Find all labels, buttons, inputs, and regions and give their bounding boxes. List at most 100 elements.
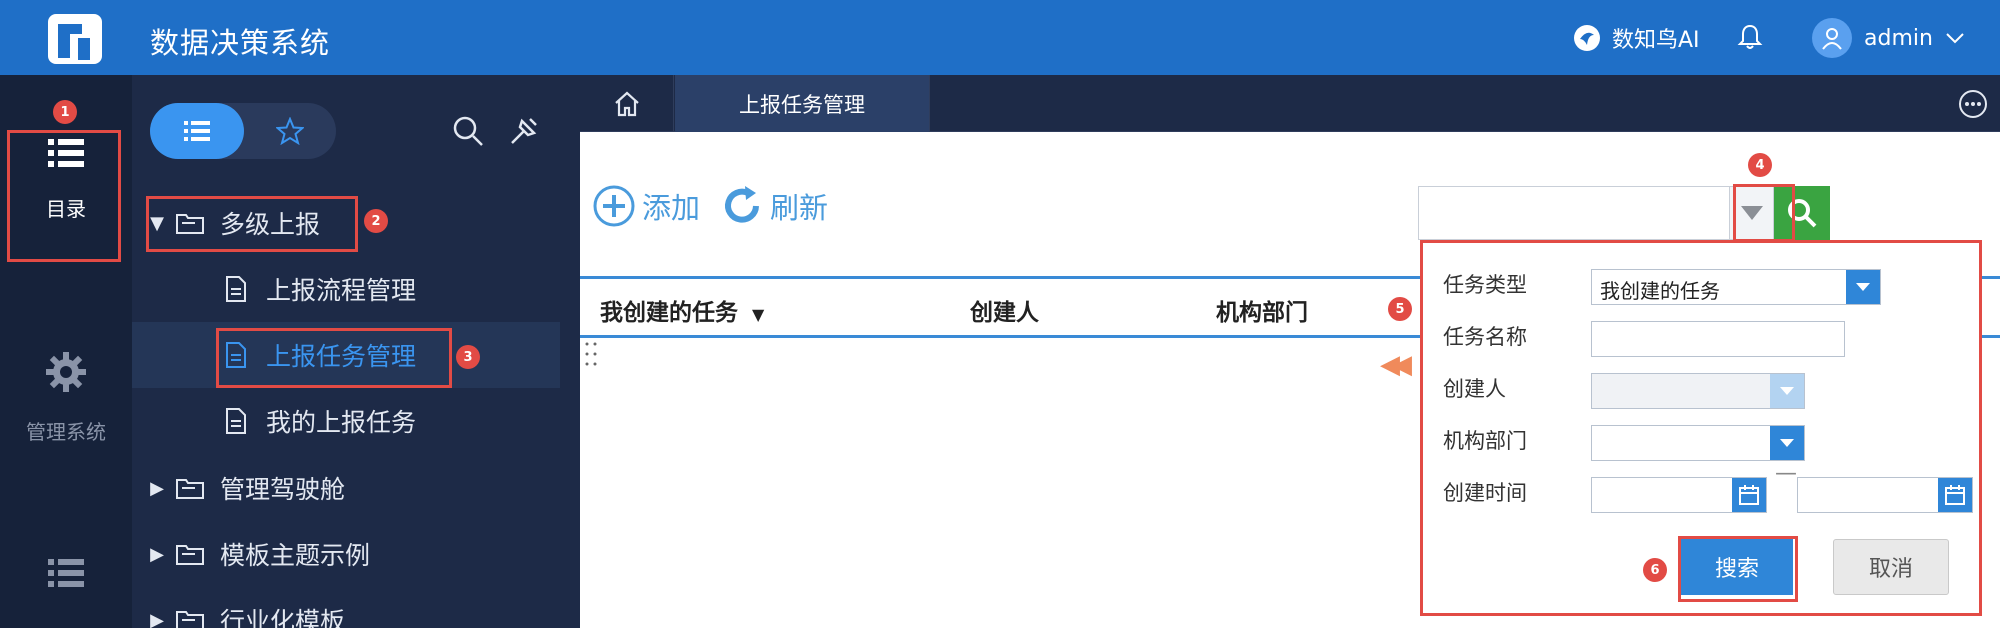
app-title: 数据决策系统 bbox=[150, 26, 331, 60]
document-icon bbox=[218, 406, 254, 436]
task-name-label: 任务名称 bbox=[1443, 325, 1527, 349]
filter-dropdown-button[interactable] bbox=[1730, 186, 1774, 240]
bird-ai-icon bbox=[1574, 25, 1600, 51]
tree-node-label: 上报任务管理 bbox=[266, 342, 417, 371]
date-start-field[interactable] bbox=[1591, 477, 1767, 513]
tab-home[interactable] bbox=[580, 75, 674, 132]
list-icon bbox=[48, 559, 84, 587]
list-icon bbox=[184, 121, 210, 141]
rail-item-catalog[interactable]: 目录 bbox=[0, 135, 132, 222]
search-input[interactable] bbox=[1418, 186, 1730, 240]
column-label: 我创建的任务 bbox=[600, 300, 738, 326]
task-name-field[interactable] bbox=[1591, 321, 1845, 357]
cancel-button[interactable]: 取消 bbox=[1833, 539, 1949, 595]
caret-right-icon[interactable]: ▶ bbox=[142, 544, 172, 565]
step-badge-4: 4 bbox=[1748, 153, 1772, 177]
folder-icon bbox=[172, 605, 208, 628]
user-name: admin bbox=[1864, 25, 1933, 51]
caret-down-icon[interactable]: ▼ bbox=[142, 213, 172, 234]
chevron-down-icon bbox=[1770, 374, 1804, 408]
creator-label: 创建人 bbox=[1443, 377, 1506, 401]
column-department: 机构部门 bbox=[1216, 300, 1308, 326]
search-icon bbox=[1788, 199, 1817, 228]
column-my-tasks[interactable]: 我创建的任务 ▼ bbox=[600, 293, 764, 327]
folder-icon bbox=[172, 208, 208, 238]
task-type-label: 任务类型 bbox=[1443, 273, 1527, 297]
tree-node-label: 管理驾驶舱 bbox=[220, 475, 346, 504]
department-select[interactable] bbox=[1591, 425, 1805, 461]
tree-node-folder[interactable]: ▶ 行业化模板 bbox=[142, 587, 345, 628]
step-badge-1: 1 bbox=[53, 100, 77, 124]
step-badge-5: 5 bbox=[1388, 297, 1412, 321]
drag-handle-icon[interactable] bbox=[584, 340, 598, 368]
refresh-button[interactable]: 刷新 bbox=[720, 184, 828, 228]
tree-node-doc[interactable]: 上报流程管理 bbox=[218, 256, 416, 322]
folder-icon bbox=[172, 473, 208, 503]
rail-item-label: 管理系统 bbox=[26, 420, 106, 444]
sort-down-icon[interactable]: ▼ bbox=[752, 305, 764, 324]
step-badge-2: 2 bbox=[364, 209, 388, 233]
caret-right-icon[interactable]: ▶ bbox=[142, 610, 172, 628]
catalog-tree-panel: ▼ 多级上报 上报流程管理 上报任务管理 我的上报任务 ▶ 管理驾驶舱 ▶ 模板… bbox=[132, 75, 580, 628]
tree-node-label: 多级上报 bbox=[220, 210, 321, 239]
document-icon bbox=[218, 340, 254, 370]
list-view-button[interactable] bbox=[150, 103, 244, 159]
rail-item-label: 目录 bbox=[46, 197, 86, 221]
add-circle-icon bbox=[593, 185, 635, 227]
task-type-value: 我创建的任务 bbox=[1600, 279, 1720, 303]
task-type-select[interactable]: 我创建的任务 bbox=[1591, 269, 1881, 305]
date-end-field[interactable] bbox=[1797, 477, 1973, 513]
add-button[interactable]: 添加 bbox=[592, 184, 700, 228]
tree-node-doc-selected[interactable]: 上报任务管理 bbox=[132, 322, 560, 388]
pointer-arrows-icon: ◀◀ bbox=[1380, 350, 1412, 380]
star-icon bbox=[276, 117, 304, 145]
chevron-down-icon[interactable] bbox=[1846, 270, 1880, 304]
left-rail: 目录 管理系统 bbox=[0, 75, 132, 628]
home-icon bbox=[614, 91, 639, 116]
ai-assistant-button[interactable]: 数知鸟AI bbox=[1572, 22, 1700, 54]
created-time-label: 创建时间 bbox=[1443, 481, 1527, 505]
tree-node-folder[interactable]: ▼ 多级上报 bbox=[142, 190, 320, 256]
favorites-view-button[interactable] bbox=[244, 103, 336, 159]
tab-bar: 上报任务管理 bbox=[580, 75, 2000, 132]
date-range-separator: — bbox=[1775, 461, 1797, 486]
tree-node-folder[interactable]: ▶ 管理驾驶舱 bbox=[142, 455, 345, 521]
tree-node-label: 上报流程管理 bbox=[266, 276, 417, 305]
document-icon bbox=[218, 274, 254, 304]
add-label: 添加 bbox=[642, 191, 701, 225]
search-go-button[interactable] bbox=[1774, 186, 1830, 240]
rail-item-admin[interactable]: 管理系统 bbox=[0, 350, 132, 445]
tree-node-doc[interactable]: 我的上报任务 bbox=[218, 388, 416, 454]
department-label: 机构部门 bbox=[1443, 429, 1527, 453]
user-menu[interactable]: admin bbox=[1812, 18, 1965, 58]
search-button[interactable]: 搜索 bbox=[1681, 539, 1793, 595]
folder-icon bbox=[172, 539, 208, 569]
refresh-label: 刷新 bbox=[770, 191, 829, 225]
gear-icon bbox=[46, 352, 86, 392]
chevron-down-icon[interactable] bbox=[1770, 426, 1804, 460]
creator-select bbox=[1591, 373, 1805, 409]
search-icon[interactable] bbox=[452, 115, 484, 147]
view-toggle bbox=[150, 103, 336, 159]
tree-node-folder[interactable]: ▶ 模板主题示例 bbox=[142, 521, 370, 587]
triangle-down-icon bbox=[1740, 206, 1763, 220]
step-badge-3: 3 bbox=[456, 345, 480, 369]
more-options-icon[interactable] bbox=[1958, 89, 1988, 119]
refresh-icon bbox=[725, 186, 759, 223]
step-badge-6: 6 bbox=[1643, 558, 1667, 582]
tree-node-label: 行业化模板 bbox=[220, 607, 346, 628]
column-creator: 创建人 bbox=[970, 300, 1039, 326]
ai-label: 数知鸟AI bbox=[1612, 28, 1700, 53]
calendar-icon[interactable] bbox=[1938, 478, 1972, 512]
user-icon bbox=[1822, 28, 1842, 50]
locate-icon[interactable] bbox=[508, 115, 540, 147]
top-bar: 数据决策系统 数知鸟AI admin bbox=[0, 0, 2000, 75]
chevron-down-icon bbox=[1946, 33, 1964, 44]
bell-icon[interactable] bbox=[1735, 22, 1765, 52]
tree-node-label: 模板主题示例 bbox=[220, 541, 371, 570]
rail-item-list[interactable] bbox=[0, 555, 132, 595]
tab-report-task-management[interactable]: 上报任务管理 bbox=[675, 75, 930, 132]
caret-right-icon[interactable]: ▶ bbox=[142, 478, 172, 499]
app-logo-icon bbox=[48, 14, 102, 64]
calendar-icon[interactable] bbox=[1732, 478, 1766, 512]
